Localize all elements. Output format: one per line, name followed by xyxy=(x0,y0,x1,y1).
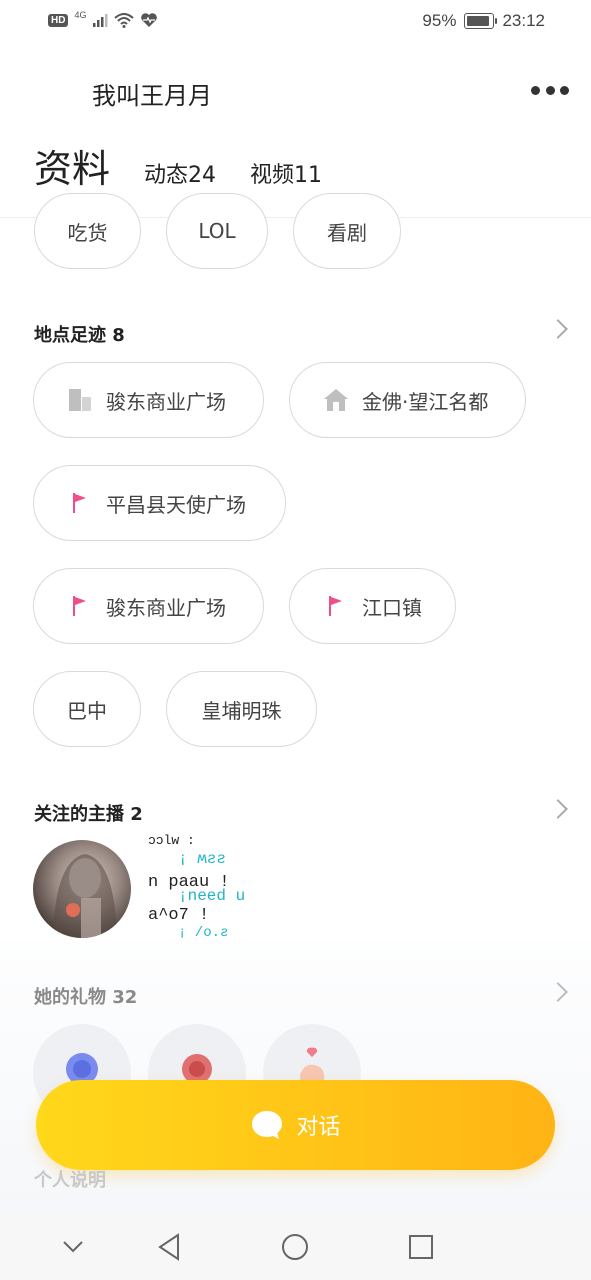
description-label: 个人说明 xyxy=(34,1170,106,1191)
anchor-avatar[interactable] xyxy=(33,840,131,938)
hd-badge: HD xyxy=(48,13,69,27)
tab-profile[interactable]: 资料 xyxy=(34,146,110,192)
building-icon xyxy=(66,386,94,414)
status-left: HD 4G xyxy=(48,10,158,28)
footprints-title: 地点足迹 8 xyxy=(34,325,125,346)
gifts-title: 她的礼物 32 xyxy=(34,987,138,1008)
status-right: 95% 23:12 xyxy=(422,11,545,31)
footprint-chip[interactable]: 皇埔明珠 xyxy=(166,671,317,747)
system-nav-bar xyxy=(0,1212,591,1280)
footprints-chevron-right-icon[interactable] xyxy=(548,319,568,339)
following-chevron-right-icon[interactable] xyxy=(548,799,568,819)
wifi-icon xyxy=(114,13,135,28)
network-label: 4G xyxy=(74,10,87,20)
chat-bubble-icon xyxy=(252,1111,283,1139)
tab-videos[interactable]: 视频11 xyxy=(250,160,322,192)
house-icon xyxy=(322,386,350,414)
flag-icon xyxy=(66,592,94,620)
heart-rate-icon xyxy=(141,13,158,27)
battery-percent: 95% xyxy=(422,11,457,30)
clock: 23:12 xyxy=(502,11,545,30)
home-circle-icon[interactable] xyxy=(280,1232,310,1262)
tab-moments[interactable]: 动态24 xyxy=(144,160,216,192)
chat-button-label: 对话 xyxy=(296,1115,341,1140)
footprint-chip[interactable]: 骏东商业广场 xyxy=(33,568,264,644)
footprint-chip[interactable]: 江口镇 xyxy=(289,568,456,644)
flag-icon xyxy=(322,592,350,620)
following-title: 关注的主播 2 xyxy=(34,804,143,825)
back-triangle-icon[interactable] xyxy=(154,1232,184,1262)
footprint-chip[interactable]: 金佛·望江名都 xyxy=(289,362,526,438)
recents-square-icon[interactable] xyxy=(406,1232,436,1262)
profile-header: 我叫王月月 xyxy=(0,64,591,120)
interest-tag[interactable]: LOL xyxy=(166,193,268,269)
more-horizontal-icon[interactable] xyxy=(531,80,569,100)
profile-name: 我叫王月月 xyxy=(92,82,212,110)
flag-icon xyxy=(66,489,94,517)
interest-tag[interactable]: 吃货 xyxy=(34,193,141,269)
interest-tag[interactable]: 看剧 xyxy=(293,193,401,269)
chat-button[interactable]: 对话 xyxy=(36,1080,555,1170)
signal-icon xyxy=(93,14,108,27)
footprint-chip[interactable]: 巴中 xyxy=(33,671,141,747)
profile-tabs: 资料 动态24 视频11 xyxy=(34,146,322,192)
footprint-chip[interactable]: 平昌县天使广场 xyxy=(33,465,286,541)
footprint-chip[interactable]: 骏东商业广场 xyxy=(33,362,264,438)
anchor-avatar-text[interactable]: ɔɔlw : ¡ ʍƨƨ n paau ! ¡need u a^o7 ! ¡ /… xyxy=(148,830,248,941)
status-bar: HD 4G 95% 23:12 xyxy=(0,0,591,44)
collapse-chevron-icon[interactable] xyxy=(58,1232,88,1262)
battery-icon xyxy=(464,13,498,29)
